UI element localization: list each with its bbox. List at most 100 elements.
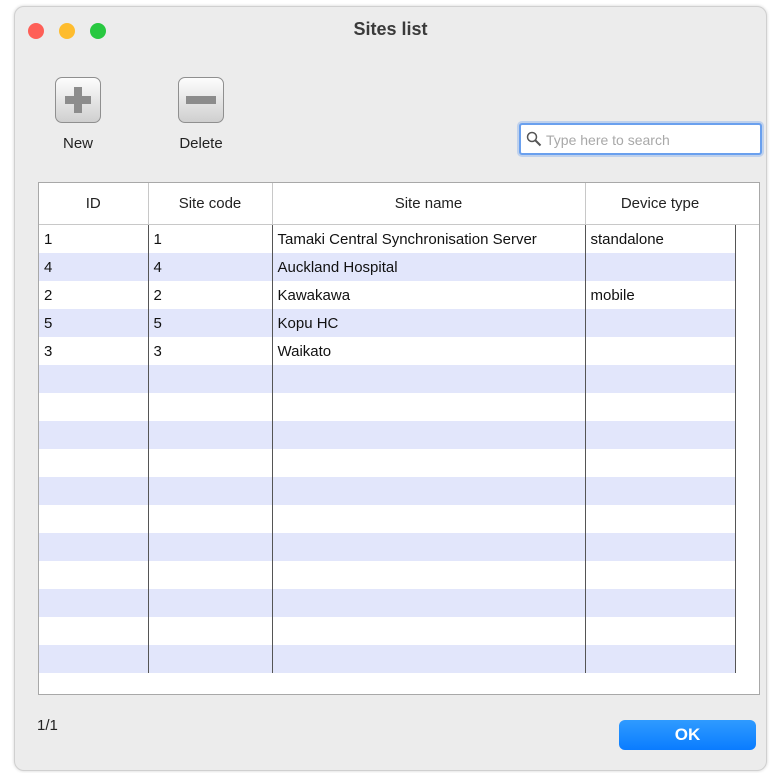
table-row[interactable]: 2 2 Kawakawa mobile <box>39 281 736 309</box>
table-cell <box>148 533 273 561</box>
empty-table-row <box>39 449 736 477</box>
table-cell <box>39 393 149 421</box>
table-header-row: ID Site code Site name Device type <box>39 183 736 225</box>
search-input[interactable] <box>546 130 751 149</box>
table-cell: Kawakawa <box>272 281 586 309</box>
ok-button[interactable]: OK <box>619 720 756 750</box>
table-row[interactable]: 5 5 Kopu HC <box>39 309 736 337</box>
table-cell <box>585 337 736 365</box>
table-cell <box>148 393 273 421</box>
table-cell <box>148 449 273 477</box>
column-header-site-code[interactable]: Site code <box>148 183 273 225</box>
empty-table-row <box>39 393 736 421</box>
table-cell <box>39 617 149 645</box>
delete-label: Delete <box>179 135 223 152</box>
table-cell <box>148 561 273 589</box>
table-cell: Tamaki Central Synchronisation Server <box>272 224 586 253</box>
table-cell <box>585 365 736 393</box>
header-filler <box>735 183 759 225</box>
empty-table-row <box>39 421 736 449</box>
table-cell <box>272 393 586 421</box>
table-cell <box>585 393 736 421</box>
search-field[interactable] <box>519 123 762 155</box>
table-cell <box>585 421 736 449</box>
table-cell <box>272 477 586 505</box>
table-cell <box>148 645 273 673</box>
column-header-site-name[interactable]: Site name <box>272 183 586 225</box>
empty-table-row <box>39 645 736 673</box>
table-cell <box>585 309 736 337</box>
empty-table-row <box>39 533 736 561</box>
empty-table-row <box>39 505 736 533</box>
table-cell <box>585 617 736 645</box>
table-cell <box>272 449 586 477</box>
table-cell <box>585 449 736 477</box>
table-cell <box>585 253 736 281</box>
table-cell: mobile <box>585 281 736 309</box>
empty-table-row <box>39 589 736 617</box>
column-header-id[interactable]: ID <box>39 183 149 225</box>
table-cell <box>272 421 586 449</box>
table-cell <box>39 449 149 477</box>
sites-table: ID Site code Site name Device type 1 1 Tam… <box>38 182 760 695</box>
table-cell <box>272 533 586 561</box>
table-cell <box>39 505 149 533</box>
table-cell: Waikato <box>272 337 586 365</box>
empty-table-row <box>39 561 736 589</box>
table-cell <box>272 561 586 589</box>
table-cell: 3 <box>39 337 149 365</box>
table-cell <box>148 477 273 505</box>
window-title: Sites list <box>353 19 428 39</box>
table-cell: standalone <box>585 224 736 253</box>
table-cell <box>39 561 149 589</box>
table-cell <box>148 617 273 645</box>
table-body: 1 1 Tamaki Central Synchronisation Server s… <box>39 224 736 673</box>
table-cell <box>39 365 149 393</box>
table-cell <box>148 589 273 617</box>
empty-table-row <box>39 365 736 393</box>
table-cell <box>272 617 586 645</box>
table-cell: 4 <box>148 253 273 281</box>
table-cell <box>148 421 273 449</box>
new-button[interactable]: New <box>53 77 103 152</box>
table-cell <box>585 505 736 533</box>
column-header-device-type[interactable]: Device type <box>585 183 736 225</box>
table-cell <box>585 589 736 617</box>
delete-button[interactable]: Delete <box>166 77 236 152</box>
table-cell <box>585 477 736 505</box>
page-indicator: 1/1 <box>37 717 58 734</box>
empty-table-row <box>39 617 736 645</box>
table-cell <box>585 645 736 673</box>
table-cell: Auckland Hospital <box>272 253 586 281</box>
sites-list-window: Sites list New Delete ID Site code <box>14 6 767 771</box>
table-cell <box>39 421 149 449</box>
table-cell: 1 <box>148 224 273 253</box>
table-row[interactable]: 1 1 Tamaki Central Synchronisation Server s… <box>39 224 736 253</box>
table-cell <box>272 589 586 617</box>
minus-icon <box>178 77 224 123</box>
table-cell: 4 <box>39 253 149 281</box>
table-cell <box>39 533 149 561</box>
table-cell: Kopu HC <box>272 309 586 337</box>
table-cell <box>585 561 736 589</box>
table-cell: 5 <box>39 309 149 337</box>
title-bar[interactable]: Sites list <box>15 7 766 51</box>
table-cell <box>39 589 149 617</box>
empty-table-row <box>39 477 736 505</box>
table-cell: 1 <box>39 224 149 253</box>
table-cell: 2 <box>148 281 273 309</box>
table-cell <box>39 645 149 673</box>
table-cell <box>272 365 586 393</box>
table-cell: 3 <box>148 337 273 365</box>
table-cell <box>148 365 273 393</box>
table-cell: 5 <box>148 309 273 337</box>
table-cell <box>39 477 149 505</box>
new-label: New <box>62 135 93 152</box>
table-cell <box>148 505 273 533</box>
table-cell: 2 <box>39 281 149 309</box>
table-row[interactable]: 3 3 Waikato <box>39 337 736 365</box>
table-row[interactable]: 4 4 Auckland Hospital <box>39 253 736 281</box>
table-cell <box>585 533 736 561</box>
table-cell <box>272 505 586 533</box>
plus-icon <box>55 77 101 123</box>
